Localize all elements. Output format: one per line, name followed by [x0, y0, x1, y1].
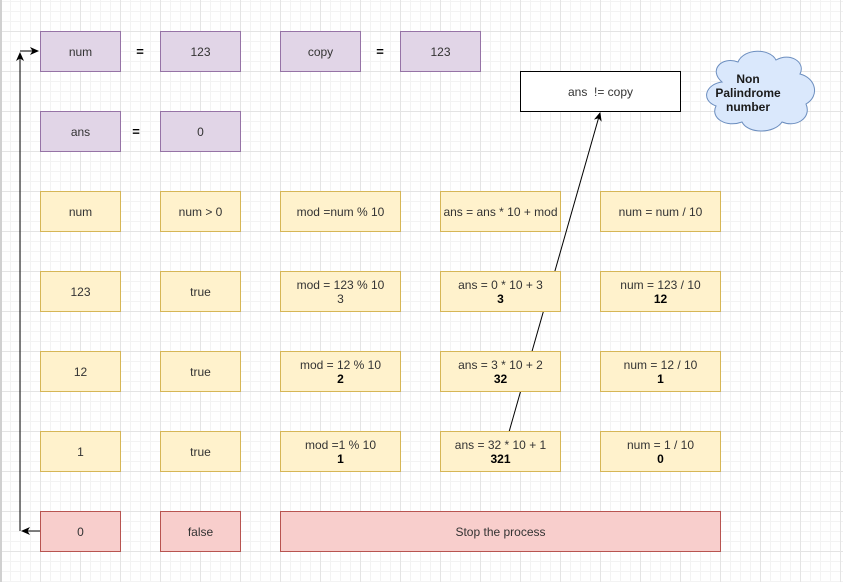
row2-ans-value: 32 [493, 371, 508, 386]
var-ans-value-text: 0 [197, 124, 204, 139]
row3-ans-expr: ans = 32 * 10 + 1 [454, 437, 547, 452]
header-mod: mod =num % 10 [280, 191, 401, 232]
final-num-text: 0 [77, 524, 84, 539]
row2-div-value: 1 [657, 371, 664, 386]
row3-mod: mod =1 % 10 1 [280, 431, 401, 472]
equals-sign-copy: = [376, 44, 384, 59]
row2-div: num = 12 / 10 1 [600, 351, 721, 392]
row2-mod: mod = 12 % 10 2 [280, 351, 401, 392]
row2-ans: ans = 3 * 10 + 2 32 [440, 351, 561, 392]
condition-text: ans != copy [567, 84, 634, 99]
row2-div-expr: num = 12 / 10 [623, 357, 698, 372]
row1-num-text: 123 [70, 284, 91, 299]
header-num-text: num [68, 204, 93, 219]
final-cond-text: false [187, 524, 214, 539]
final-num: 0 [40, 511, 121, 552]
row1-cond-text: true [190, 284, 211, 299]
header-num: num [40, 191, 121, 232]
var-copy-value: 123 [400, 31, 481, 72]
row1-ans-expr: ans = 0 * 10 + 3 [458, 277, 543, 292]
header-div-text: num = num / 10 [618, 204, 703, 219]
result-cloud-label: Non Palindrome number [708, 72, 788, 114]
var-copy-value-text: 123 [430, 44, 451, 59]
var-copy-label-text: copy [307, 44, 334, 59]
final-cond: false [160, 511, 241, 552]
header-ans: ans = ans * 10 + mod [440, 191, 561, 232]
var-ans-label: ans [40, 111, 121, 152]
var-num-label-text: num [68, 44, 93, 59]
row1-div-expr: num = 123 / 10 [620, 277, 701, 292]
row1-mod: mod = 123 % 10 3 [280, 271, 401, 312]
row2-cond-text: true [190, 364, 211, 379]
stop-process-text: Stop the process [455, 524, 546, 539]
row2-cond: true [160, 351, 241, 392]
row3-num-text: 1 [77, 444, 84, 459]
header-ans-text: ans = ans * 10 + mod [443, 204, 558, 219]
row1-div: num = 123 / 10 12 [600, 271, 721, 312]
var-num-value: 123 [160, 31, 241, 72]
condition-box: ans != copy [520, 71, 681, 112]
row3-ans: ans = 32 * 10 + 1 321 [440, 431, 561, 472]
row3-num: 1 [40, 431, 121, 472]
var-ans-label-text: ans [70, 124, 91, 139]
var-ans-value: 0 [160, 111, 241, 152]
row1-mod-expr: mod = 123 % 10 [296, 277, 385, 292]
row1-mod-value: 3 [337, 291, 344, 306]
row1-ans-value: 3 [497, 291, 504, 306]
result-cloud-line2: number [725, 100, 770, 114]
row3-div: num = 1 / 10 0 [600, 431, 721, 472]
stop-process-box: Stop the process [280, 511, 721, 552]
equals-sign-num: = [136, 44, 144, 59]
header-mod-text: mod =num % 10 [296, 204, 385, 219]
row1-num: 123 [40, 271, 121, 312]
row2-num: 12 [40, 351, 121, 392]
row3-cond-text: true [190, 444, 211, 459]
row3-cond: true [160, 431, 241, 472]
var-num-label: num [40, 31, 121, 72]
row3-ans-value: 321 [490, 451, 511, 466]
header-div: num = num / 10 [600, 191, 721, 232]
equals-sign-ans: = [132, 124, 140, 139]
row1-cond: true [160, 271, 241, 312]
row2-mod-value: 2 [337, 371, 344, 386]
result-cloud-line1: Non Palindrome [715, 72, 781, 100]
row3-div-value: 0 [657, 451, 664, 466]
row1-ans: ans = 0 * 10 + 3 3 [440, 271, 561, 312]
row1-div-value: 12 [653, 291, 668, 306]
row2-ans-expr: ans = 3 * 10 + 2 [458, 357, 543, 372]
row3-mod-value: 1 [337, 451, 344, 466]
var-copy-label: copy [280, 31, 361, 72]
header-condition-text: num > 0 [178, 204, 223, 219]
row2-mod-expr: mod = 12 % 10 [299, 357, 382, 372]
row3-div-expr: num = 1 / 10 [626, 437, 695, 452]
header-condition: num > 0 [160, 191, 241, 232]
var-num-value-text: 123 [190, 44, 211, 59]
row3-mod-expr: mod =1 % 10 [304, 437, 377, 452]
row2-num-text: 12 [73, 364, 88, 379]
